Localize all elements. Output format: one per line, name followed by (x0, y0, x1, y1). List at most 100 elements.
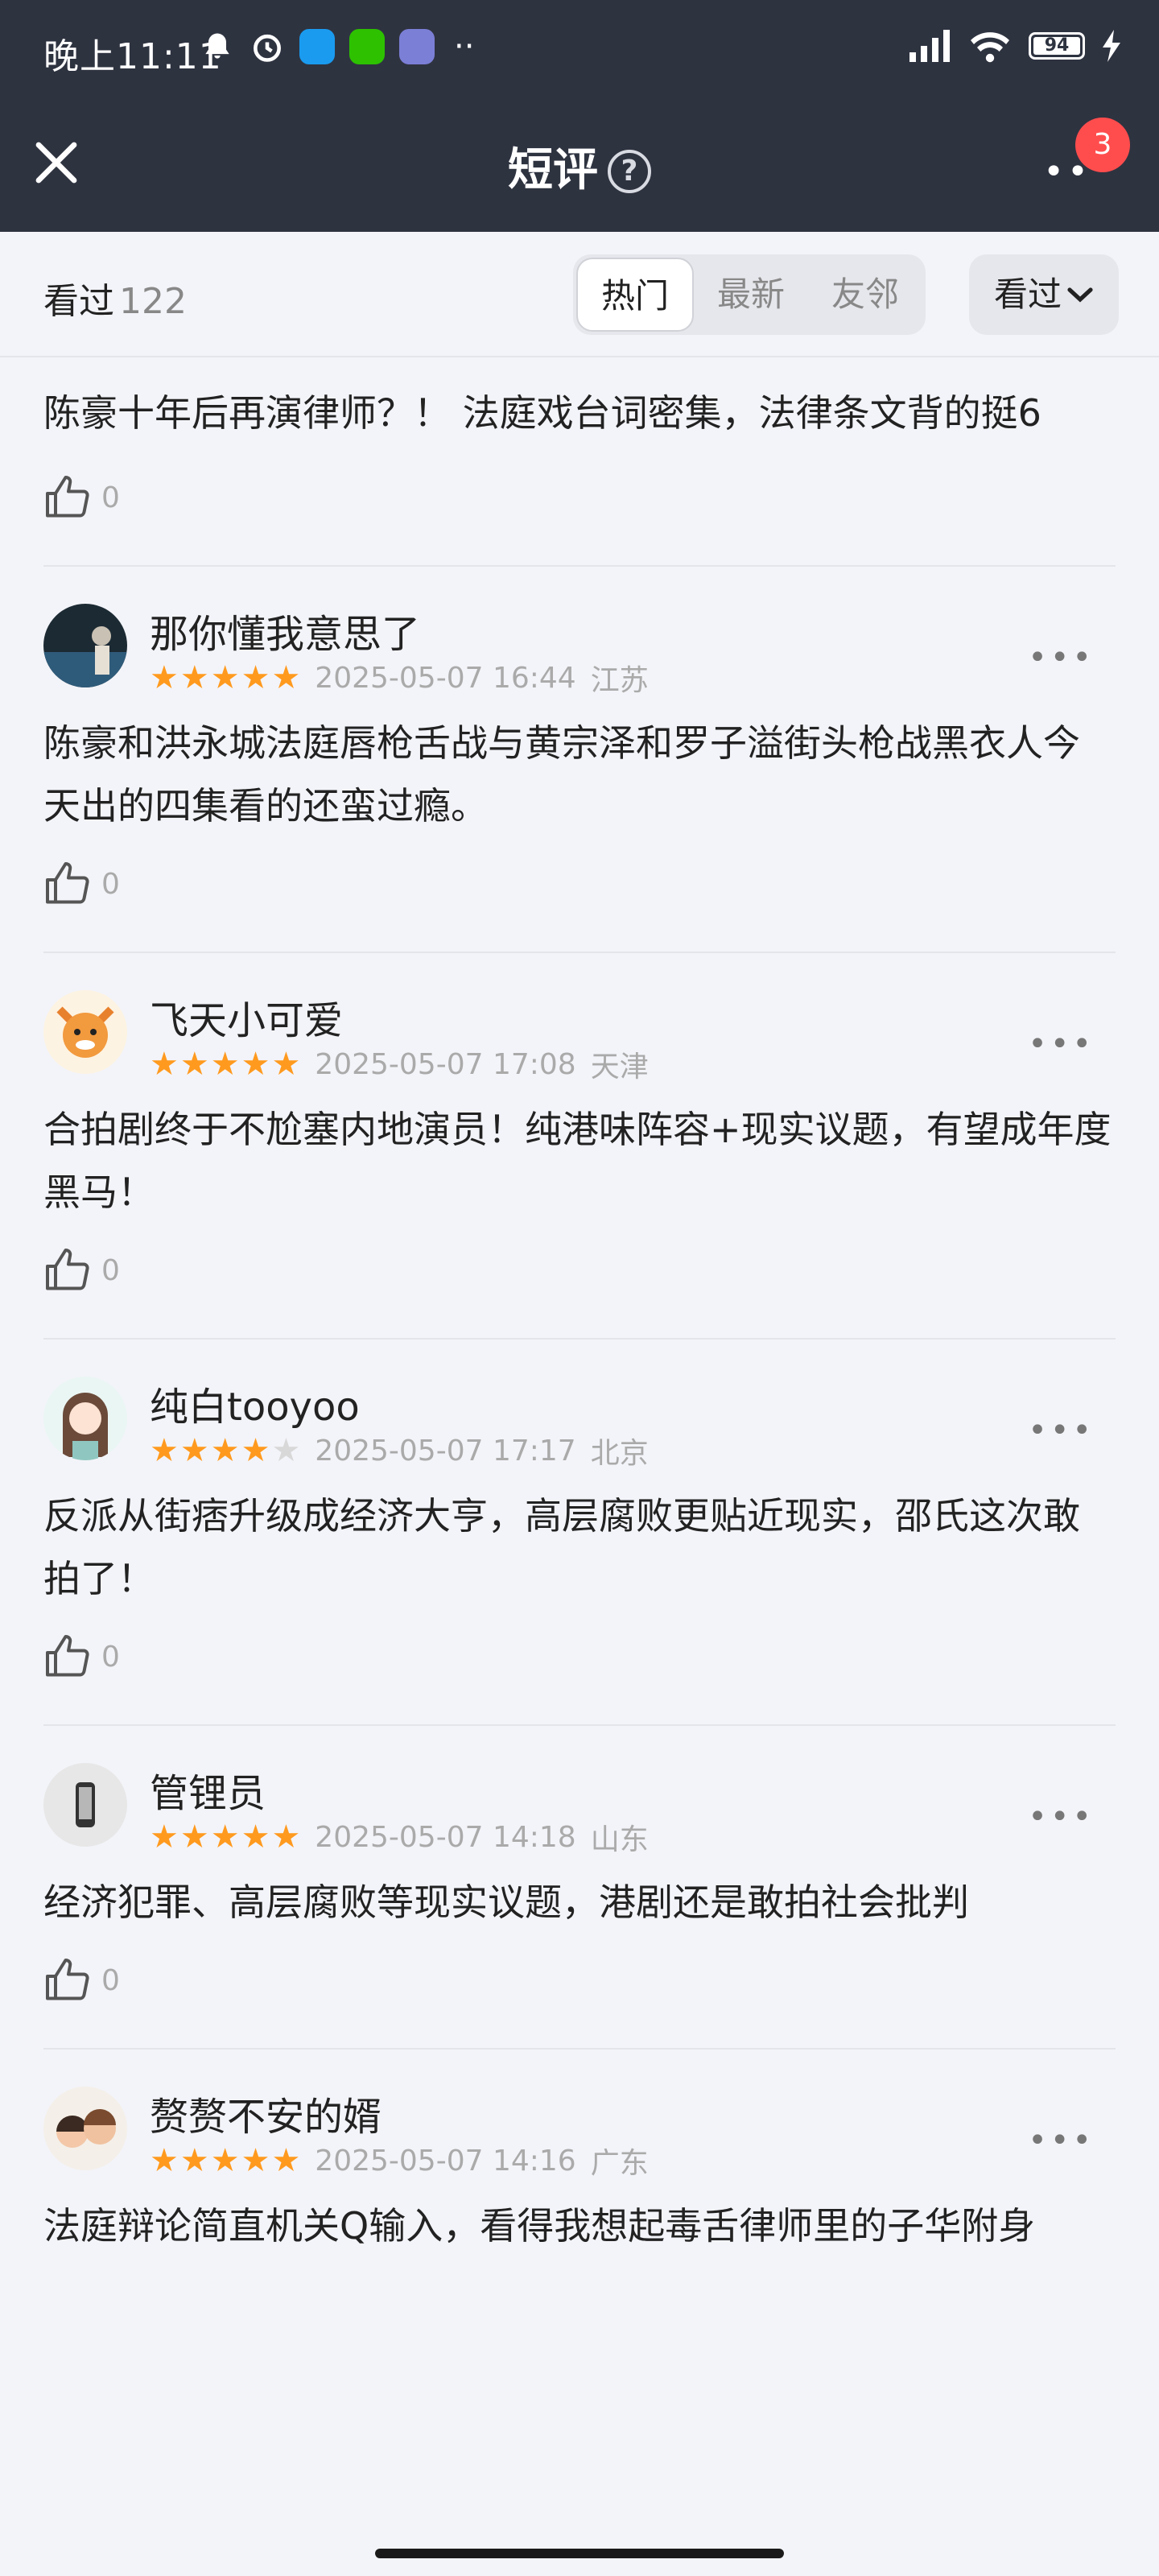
charging-icon (1103, 30, 1120, 62)
status-icons-left: ·· (200, 29, 474, 64)
star-icon: ★ (179, 1432, 209, 1469)
status-time: 晚上11:11 (43, 36, 222, 77)
username[interactable]: 飞天小可爱 (150, 989, 343, 1045)
like-count: 0 (101, 1963, 120, 1997)
help-icon[interactable]: ? (608, 150, 651, 193)
rating-stars: ★ ★ ★ ★ ★ (150, 2145, 300, 2177)
review-meta: ★ ★ ★ ★ ★ 2025-05-07 14:18 山东 (150, 1816, 649, 1858)
review-meta: ★ ★ ★ ★ ★ 2025-05-07 16:44 江苏 (150, 657, 649, 699)
star-icon: ★ (241, 2142, 270, 2179)
star-icon: ★ (271, 659, 301, 696)
alipay-icon (299, 29, 335, 64)
star-icon: ★ (179, 2142, 209, 2179)
review-region: 天津 (590, 1051, 649, 1084)
like-count: 0 (101, 1253, 120, 1287)
star-icon: ★ (179, 1818, 209, 1856)
review-card: 飞天小可爱 ★ ★ ★ ★ ★ 2025-05-07 17:08 天津 ••• 合拍剧终… (0, 960, 1159, 1340)
tab-latest[interactable]: 最新 (694, 258, 808, 332)
thumbs-up-icon (46, 1249, 89, 1290)
review-date: 2025-05-07 16:44 (315, 661, 576, 695)
like-count: 0 (101, 867, 120, 901)
divider (43, 1338, 1116, 1340)
rating-stars: ★ ★ ★ ★ ★ (150, 1048, 300, 1080)
notification-badge: 3 (1075, 118, 1130, 172)
review-date: 2025-05-07 17:08 (315, 1047, 576, 1081)
divider (43, 565, 1116, 567)
review-header: 纯白tooyoo ★ ★ ★ ★ ★ 2025-05-07 17:17 北京 ••• (0, 1346, 1159, 1470)
thumbs-up-icon (46, 1959, 89, 2000)
star-icon: ★ (150, 1046, 179, 1083)
review-text: 陈豪和洪永城法庭唇枪舌战与黄宗泽和罗子溢街头枪战黑衣人今天出的四集看的还蛮过瘾。 (43, 721, 1080, 828)
thumbs-up-icon (46, 1635, 89, 1677)
avatar[interactable] (43, 1763, 127, 1847)
avatar[interactable] (43, 2087, 127, 2170)
seen-count: 122 (119, 281, 187, 322)
review-header: 管锂员 ★ ★ ★ ★ ★ 2025-05-07 14:18 山东 ••• (0, 1732, 1159, 1856)
star-icon: ★ (241, 1432, 270, 1469)
star-icon: ★ (150, 1432, 179, 1469)
like-button[interactable]: 0 (0, 847, 1159, 921)
username[interactable]: 纯白tooyoo (150, 1375, 360, 1431)
star-icon: ★ (150, 2142, 179, 2179)
review-meta: ★ ★ ★ ★ ★ 2025-05-07 17:17 北京 (150, 1430, 649, 1472)
avatar-image (43, 990, 127, 1074)
like-button[interactable]: 0 (0, 1943, 1159, 2017)
star-icon: ★ (241, 659, 270, 696)
star-icon: ★ (210, 2142, 240, 2179)
review-text: 合拍剧终于不尬塞内地演员！纯港味阵容+现实议题，有望成年度黑马！ (43, 1108, 1112, 1214)
like-count: 0 (101, 481, 120, 514)
avatar[interactable] (43, 1377, 127, 1460)
nav-bar: 短评? •• 3 (0, 101, 1159, 232)
avatar[interactable] (43, 604, 127, 687)
sort-tabs: 热门 最新 友邻 (573, 254, 926, 335)
tab-hot[interactable]: 热门 (576, 258, 694, 332)
star-icon: ★ (150, 1818, 179, 1856)
battery-level: 94 (1044, 35, 1070, 56)
home-indicator (375, 2549, 784, 2558)
more-options-icon[interactable]: ••• (1028, 1798, 1095, 1835)
review-text: 经济犯罪、高层腐败等现实议题，港剧还是敢拍社会批判 (43, 1880, 969, 1924)
divider (43, 1724, 1116, 1726)
review-header: 赘赘不安的婿 ★ ★ ★ ★ ★ 2025-05-07 14:16 广东 ••• (0, 2056, 1159, 2180)
star-icon: ★ (210, 659, 240, 696)
page-title-text: 短评 (508, 144, 598, 196)
dropdown-label: 看过 (993, 275, 1062, 314)
more-options-icon[interactable]: ••• (1028, 639, 1095, 676)
star-icon: ★ (210, 1046, 240, 1083)
more-options-icon[interactable]: ••• (1028, 1026, 1095, 1063)
avatar[interactable] (43, 990, 127, 1074)
alarm-bell-icon (205, 33, 229, 59)
tab-friends[interactable]: 友邻 (808, 258, 922, 332)
like-button[interactable]: 0 (0, 460, 1159, 535)
star-icon: ★ (271, 1046, 301, 1083)
rating-stars: ★ ★ ★ ★ ★ (150, 1821, 300, 1853)
more-options-icon[interactable]: ••• (1028, 1412, 1095, 1449)
seen-count-label: 看过 122 (43, 272, 187, 324)
like-count: 0 (101, 1640, 120, 1674)
rating-stars: ★ ★ ★ ★ ★ (150, 662, 300, 694)
filter-bar: 看过 122 热门 最新 友邻 看过 (0, 232, 1159, 357)
like-button[interactable]: 0 (0, 1233, 1159, 1307)
username[interactable]: 管锂员 (150, 1761, 266, 1818)
review-card: 那你懂我意思了 ★ ★ ★ ★ ★ 2025-05-07 16:44 江苏 ••• 陈豪… (0, 573, 1159, 953)
star-icon: ★ (210, 1818, 240, 1856)
app-notification-icon (399, 29, 435, 64)
more-options-icon[interactable]: ••• (1028, 2122, 1095, 2159)
review-card: 纯白tooyoo ★ ★ ★ ★ ★ 2025-05-07 17:17 北京 ••• 反… (0, 1346, 1159, 1726)
username[interactable]: 那你懂我意思了 (150, 602, 420, 658)
timer-icon (254, 34, 281, 62)
page-title: 短评? (0, 134, 1159, 199)
review-date: 2025-05-07 17:17 (315, 1434, 576, 1468)
username[interactable]: 赘赘不安的婿 (150, 2085, 382, 2141)
signal-icon (909, 30, 950, 62)
status-icons-right: 94 (908, 29, 1120, 63)
review-feed: 陈豪十年后再演律师？！ 法庭戏台词密集，法律条文背的挺6 0 那你懂我意思了 ★… (0, 359, 1159, 2257)
watch-status-dropdown[interactable]: 看过 (969, 254, 1119, 335)
review-card: 陈豪十年后再演律师？！ 法庭戏台词密集，法律条文背的挺6 0 (0, 359, 1159, 567)
rating-stars: ★ ★ ★ ★ ★ (150, 1435, 300, 1467)
like-button[interactable]: 0 (0, 1620, 1159, 1694)
review-date: 2025-05-07 14:16 (315, 2144, 576, 2178)
review-region: 北京 (590, 1437, 649, 1470)
review-region: 山东 (590, 1823, 649, 1856)
review-header: 那你懂我意思了 ★ ★ ★ ★ ★ 2025-05-07 16:44 江苏 ••• (0, 573, 1159, 697)
